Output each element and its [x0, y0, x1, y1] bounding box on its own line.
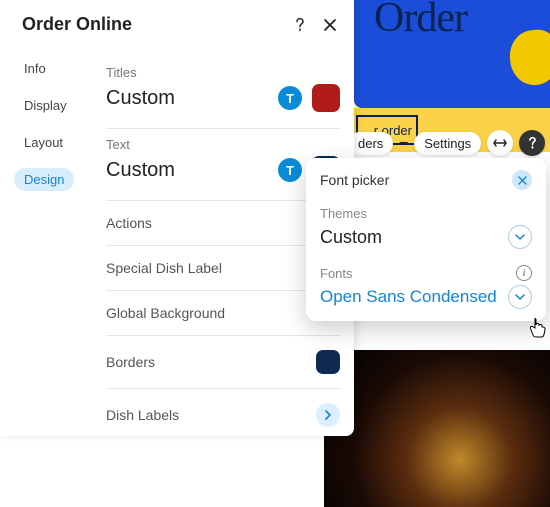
- section-actions-label: Actions: [106, 215, 152, 231]
- section-titles-label: Titles: [106, 65, 340, 80]
- section-actions[interactable]: Actions: [106, 201, 340, 246]
- section-titles-value: Custom: [106, 87, 278, 110]
- close-icon[interactable]: [322, 17, 338, 33]
- section-text-label: Text: [106, 137, 340, 152]
- themes-dropdown-icon[interactable]: [508, 225, 532, 249]
- section-global-bg-label: Global Background: [106, 305, 225, 321]
- panel-title: Order Online: [22, 14, 132, 35]
- section-borders-label: Borders: [106, 354, 155, 370]
- panel-tabs: Info Display Layout Design: [0, 47, 88, 441]
- themes-label: Themes: [320, 206, 532, 221]
- settings-panel: Order Online Info Display Layout Design …: [0, 0, 354, 436]
- themes-value: Custom: [320, 227, 382, 248]
- borders-color-swatch[interactable]: [316, 350, 340, 374]
- toolbar-pill-settings[interactable]: Settings: [414, 132, 481, 155]
- titles-color-swatch[interactable]: [312, 84, 340, 112]
- section-special-dish[interactable]: Special Dish Label: [106, 246, 340, 291]
- help-icon[interactable]: [292, 17, 308, 33]
- tab-design[interactable]: Design: [14, 168, 74, 191]
- section-titles[interactable]: Titles Custom T: [106, 57, 340, 129]
- section-text-value: Custom: [106, 159, 278, 182]
- chevron-right-icon[interactable]: [316, 403, 340, 427]
- text-style-icon[interactable]: T: [278, 86, 302, 110]
- fonts-value: Open Sans Condensed: [320, 287, 497, 307]
- section-dish-labels-label: Dish Labels: [106, 407, 179, 423]
- preview-hero: Order: [354, 0, 550, 108]
- fonts-dropdown-icon[interactable]: [508, 285, 532, 309]
- section-dish-labels[interactable]: Dish Labels: [106, 389, 340, 441]
- text-style-icon[interactable]: T: [278, 158, 302, 182]
- font-picker-popover: Font picker Themes Custom Fonts i Open S…: [306, 158, 546, 321]
- preview-hero-title: Order: [374, 0, 467, 42]
- stretch-icon[interactable]: [487, 130, 513, 156]
- close-icon[interactable]: [512, 170, 532, 190]
- panel-header: Order Online: [0, 0, 354, 41]
- font-picker-title: Font picker: [320, 172, 389, 188]
- lemon-illustration: [508, 28, 550, 87]
- section-text[interactable]: Text Custom T: [106, 129, 340, 201]
- section-global-bg[interactable]: Global Background: [106, 291, 340, 336]
- toolbar-divider: –: [399, 134, 408, 152]
- tab-display[interactable]: Display: [14, 94, 77, 117]
- section-borders[interactable]: Borders: [106, 336, 340, 389]
- toolbar-pill-menu[interactable]: ders: [348, 132, 393, 155]
- widget-toolbar: ders – Settings: [348, 130, 545, 156]
- tab-layout[interactable]: Layout: [14, 131, 73, 154]
- tab-info[interactable]: Info: [14, 57, 56, 80]
- preview-drink-image: [324, 350, 550, 507]
- help-icon[interactable]: [519, 130, 545, 156]
- fonts-label: Fonts: [320, 266, 353, 281]
- section-special-dish-label: Special Dish Label: [106, 260, 222, 276]
- info-icon[interactable]: i: [516, 265, 532, 281]
